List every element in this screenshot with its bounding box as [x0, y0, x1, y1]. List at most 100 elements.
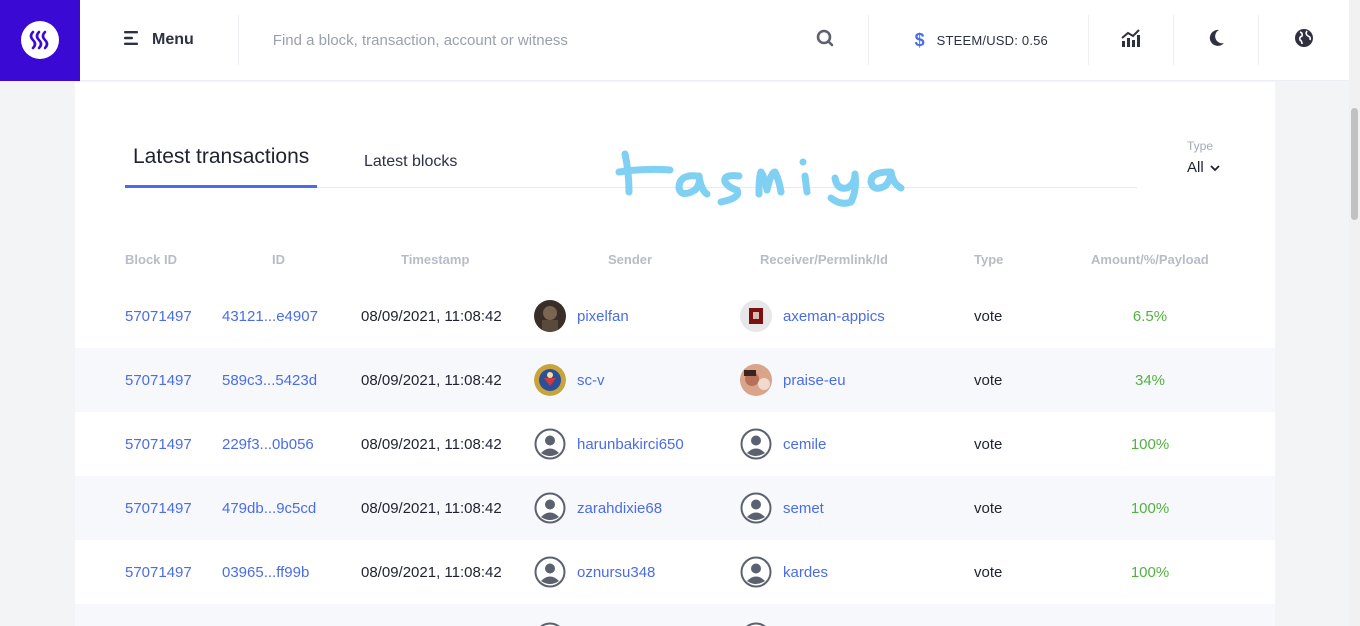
- block-id-link[interactable]: 57071497: [125, 412, 192, 476]
- tab-latest-blocks[interactable]: Latest blocks: [356, 153, 465, 188]
- avatar[interactable]: [534, 300, 566, 332]
- user-default-icon[interactable]: [740, 556, 772, 588]
- chevron-down-icon: [1210, 159, 1220, 176]
- globe-icon: [1294, 28, 1314, 53]
- block-id-link[interactable]: 57071497: [125, 476, 192, 540]
- sender-cell: oznursu348: [534, 540, 655, 604]
- table-row-partial: [75, 604, 1275, 626]
- block-id-link[interactable]: 57071497: [125, 348, 192, 412]
- tx-type: vote: [974, 307, 1003, 325]
- scrollbar-thumb[interactable]: [1351, 108, 1358, 220]
- tx-amount: 34%: [1134, 371, 1166, 389]
- col-amount: Amount/%/Payload: [1091, 252, 1209, 267]
- tx-type: vote: [974, 563, 1003, 581]
- table-row: 57071497 589c3...5423d 08/09/2021, 11:08…: [75, 348, 1275, 412]
- receiver-link[interactable]: axeman-appics: [783, 308, 885, 325]
- type-filter-select[interactable]: All: [1187, 159, 1220, 176]
- col-receiver: Receiver/Permlink/Id: [760, 252, 888, 267]
- chart-icon: [1121, 28, 1141, 52]
- col-block-id: Block ID: [125, 252, 178, 267]
- tx-id-link[interactable]: 229f3...0b056: [222, 412, 314, 476]
- tx-id-link[interactable]: 479db...9c5cd: [222, 476, 316, 540]
- sender-link[interactable]: zarahdixie68: [577, 500, 662, 517]
- top-header: Menu $ STEEM/USD: 0.56: [0, 0, 1349, 81]
- search-icon[interactable]: [816, 29, 834, 52]
- tab-latest-transactions[interactable]: Latest transactions: [125, 145, 318, 188]
- tx-id-link[interactable]: 43121...e4907: [222, 284, 318, 348]
- col-sender: Sender: [608, 252, 653, 267]
- table-row: 57071497 03965...ff99b 08/09/2021, 11:08…: [75, 540, 1275, 604]
- user-default-icon[interactable]: [740, 428, 772, 460]
- tx-id-link[interactable]: 03965...ff99b: [222, 540, 309, 604]
- user-default-icon[interactable]: [534, 428, 566, 460]
- menu-button[interactable]: Menu: [80, 15, 239, 65]
- avatar[interactable]: [740, 300, 772, 332]
- transactions-card: Latest transactions Latest blocks Type A…: [75, 82, 1275, 626]
- table-row: 57071497 43121...e4907 08/09/2021, 11:08…: [75, 284, 1275, 348]
- avatar[interactable]: [740, 364, 772, 396]
- type-filter[interactable]: Type All: [1187, 139, 1220, 176]
- user-default-icon: [740, 622, 772, 626]
- receiver-cell: axeman-appics: [740, 284, 885, 348]
- timestamp: 08/09/2021, 11:08:42: [361, 499, 502, 517]
- tx-type: vote: [974, 371, 1003, 389]
- language-button[interactable]: [1259, 15, 1349, 65]
- sender-link[interactable]: oznursu348: [577, 564, 655, 581]
- tx-amount: 100%: [1130, 499, 1170, 517]
- menu-icon: [124, 30, 140, 50]
- page-scrollbar[interactable]: [1349, 0, 1360, 626]
- chart-button[interactable]: [1089, 15, 1174, 65]
- tx-type: vote: [974, 499, 1003, 517]
- receiver-cell: semet: [740, 476, 824, 540]
- type-filter-label: Type: [1187, 139, 1214, 153]
- price-label: STEEM/USD: 0.56: [936, 32, 1048, 48]
- handwritten-watermark: [615, 150, 905, 207]
- tx-id-link[interactable]: 589c3...5423d: [222, 348, 317, 412]
- tx-type: vote: [974, 435, 1003, 453]
- menu-label: Menu: [152, 31, 194, 48]
- receiver-cell: kardes: [740, 540, 828, 604]
- col-id: ID: [272, 252, 285, 267]
- price-ticker[interactable]: $ STEEM/USD: 0.56: [869, 15, 1089, 65]
- avatar[interactable]: [534, 364, 566, 396]
- timestamp: 08/09/2021, 11:08:42: [361, 563, 502, 581]
- user-default-icon[interactable]: [534, 492, 566, 524]
- tx-amount: 100%: [1130, 435, 1170, 453]
- tx-amount: 100%: [1130, 563, 1170, 581]
- type-filter-value: All: [1187, 159, 1204, 176]
- moon-icon: [1206, 28, 1226, 53]
- receiver-link[interactable]: cemile: [783, 436, 826, 453]
- table-row: 57071497 479db...9c5cd 08/09/2021, 11:08…: [75, 476, 1275, 540]
- tx-amount: 6.5%: [1132, 307, 1168, 325]
- block-id-link[interactable]: 57071497: [125, 540, 192, 604]
- sender-link[interactable]: harunbakirci650: [577, 436, 684, 453]
- receiver-link[interactable]: kardes: [783, 564, 828, 581]
- user-default-icon[interactable]: [740, 492, 772, 524]
- col-timestamp: Timestamp: [401, 252, 470, 267]
- sender-link[interactable]: sc-v: [577, 372, 605, 389]
- logo[interactable]: [0, 0, 80, 81]
- dollar-icon: $: [914, 29, 925, 50]
- user-default-icon: [534, 622, 566, 626]
- col-type: Type: [974, 252, 1004, 267]
- search-input[interactable]: [272, 31, 816, 49]
- block-id-link[interactable]: 57071497: [125, 284, 192, 348]
- receiver-link[interactable]: semet: [783, 500, 824, 517]
- steem-logo-icon: [21, 21, 59, 59]
- table-row: 57071497 229f3...0b056 08/09/2021, 11:08…: [75, 412, 1275, 476]
- sender-cell: harunbakirci650: [534, 412, 684, 476]
- timestamp: 08/09/2021, 11:08:42: [361, 371, 502, 389]
- receiver-cell: praise-eu: [740, 348, 846, 412]
- dark-mode-button[interactable]: [1174, 15, 1259, 65]
- search-bar: [239, 15, 869, 65]
- sender-cell: sc-v: [534, 348, 605, 412]
- timestamp: 08/09/2021, 11:08:42: [361, 307, 502, 325]
- timestamp: 08/09/2021, 11:08:42: [361, 435, 502, 453]
- sender-cell: zarahdixie68: [534, 476, 662, 540]
- receiver-link[interactable]: praise-eu: [783, 372, 846, 389]
- receiver-cell: cemile: [740, 412, 826, 476]
- table-header: Block ID ID Timestamp Sender Receiver/Pe…: [75, 252, 1275, 272]
- sender-cell: pixelfan: [534, 284, 629, 348]
- user-default-icon[interactable]: [534, 556, 566, 588]
- sender-link[interactable]: pixelfan: [577, 308, 629, 325]
